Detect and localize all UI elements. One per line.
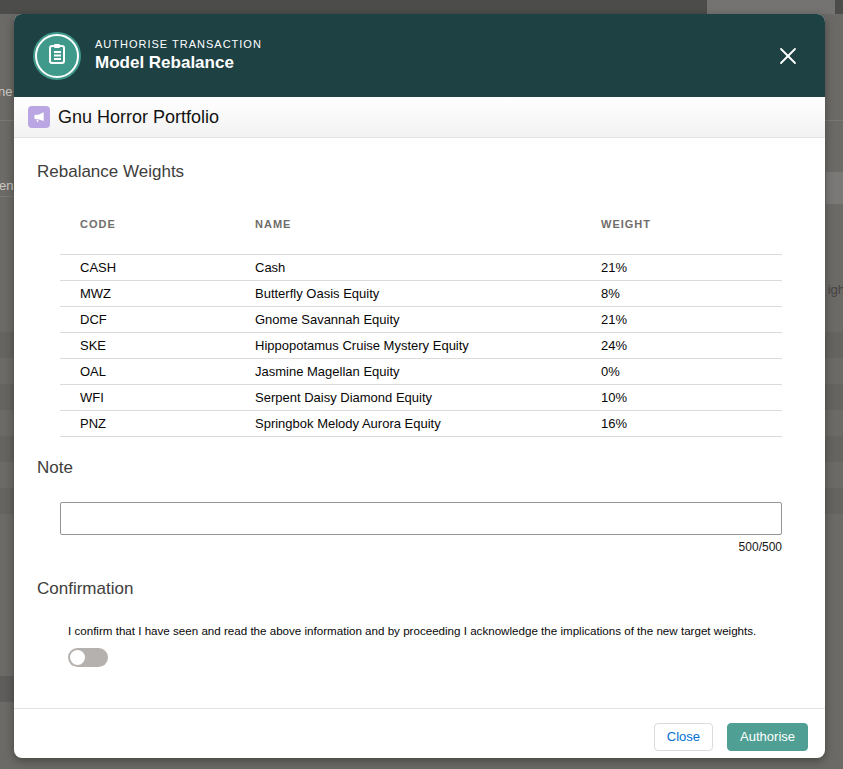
- cell-name: Springbok Melody Aurora Equity: [255, 411, 601, 437]
- backdrop-top-right-chip: [707, 0, 835, 14]
- table-row: SKEHippopotamus Cruise Mystery Equity24%: [60, 333, 782, 359]
- cell-name: Butterfly Oasis Equity: [255, 281, 601, 307]
- modal-content: Rebalance Weights CODE NAME WEIGHT CASHC…: [14, 138, 825, 708]
- confirmation-toggle[interactable]: [68, 648, 108, 667]
- toggle-knob: [70, 650, 85, 665]
- cell-name: Jasmine Magellan Equity: [255, 359, 601, 385]
- rebalance-weights-heading: Rebalance Weights: [37, 162, 796, 182]
- avatar-ring: [35, 34, 79, 78]
- cell-code: SKE: [60, 333, 255, 359]
- col-name: NAME: [255, 194, 601, 255]
- cell-code: PNZ: [60, 411, 255, 437]
- cell-code: CASH: [60, 255, 255, 281]
- cell-name: Cash: [255, 255, 601, 281]
- portfolio-icon: [28, 106, 50, 128]
- modal-footer: Close Authorise: [14, 708, 825, 758]
- note-input[interactable]: [60, 502, 782, 535]
- confirmation-heading: Confirmation: [37, 579, 796, 599]
- table-row: DCFGnome Savannah Equity21%: [60, 307, 782, 333]
- record-bar: Gnu Horror Portfolio: [14, 97, 825, 138]
- modal-header: AUTHORISE TRANSACTION Model Rebalance: [14, 14, 825, 97]
- table-row: OALJasmine Magellan Equity0%: [60, 359, 782, 385]
- cell-weight: 21%: [601, 255, 782, 281]
- cell-code: OAL: [60, 359, 255, 385]
- weights-header-row: CODE NAME WEIGHT: [60, 194, 782, 255]
- cell-name: Serpent Daisy Diamond Equity: [255, 385, 601, 411]
- weights-table: CODE NAME WEIGHT CASHCash21% MWZButterfl…: [60, 194, 782, 437]
- table-row: PNZSpringbok Melody Aurora Equity16%: [60, 411, 782, 437]
- table-row: WFISerpent Daisy Diamond Equity10%: [60, 385, 782, 411]
- note-heading: Note: [37, 458, 796, 478]
- col-weight: WEIGHT: [601, 194, 782, 255]
- close-button[interactable]: Close: [654, 723, 713, 751]
- backdrop-left-block: [0, 676, 14, 702]
- cell-weight: 8%: [601, 281, 782, 307]
- backdrop-text-fragment: ne: [0, 84, 12, 99]
- cell-weight: 21%: [601, 307, 782, 333]
- authorise-transaction-modal: AUTHORISE TRANSACTION Model Rebalance Gn…: [14, 14, 825, 758]
- modal-title: Model Rebalance: [95, 53, 262, 73]
- table-row: MWZButterfly Oasis Equity8%: [60, 281, 782, 307]
- table-row: CASHCash21%: [60, 255, 782, 281]
- portfolio-name: Gnu Horror Portfolio: [58, 107, 219, 128]
- cell-weight: 10%: [601, 385, 782, 411]
- cell-name: Gnome Savannah Equity: [255, 307, 601, 333]
- cell-name: Hippopotamus Cruise Mystery Equity: [255, 333, 601, 359]
- cell-code: MWZ: [60, 281, 255, 307]
- cell-code: WFI: [60, 385, 255, 411]
- cell-code: DCF: [60, 307, 255, 333]
- authorise-button[interactable]: Authorise: [727, 723, 808, 751]
- cell-weight: 24%: [601, 333, 782, 359]
- transaction-avatar: [33, 32, 81, 80]
- modal-eyebrow: AUTHORISE TRANSACTION: [95, 38, 262, 50]
- close-icon[interactable]: [776, 45, 800, 69]
- cell-weight: 0%: [601, 359, 782, 385]
- col-code: CODE: [60, 194, 255, 255]
- cell-weight: 16%: [601, 411, 782, 437]
- confirmation-statement: I confirm that I have seen and read the …: [68, 623, 796, 638]
- backdrop-text-fragment: en: [0, 178, 13, 193]
- note-char-counter: 500/500: [60, 540, 782, 555]
- backdrop-right-chip: [826, 172, 843, 204]
- clipboard-icon: [45, 42, 69, 70]
- backdrop-text-fragment: igh: [828, 282, 843, 297]
